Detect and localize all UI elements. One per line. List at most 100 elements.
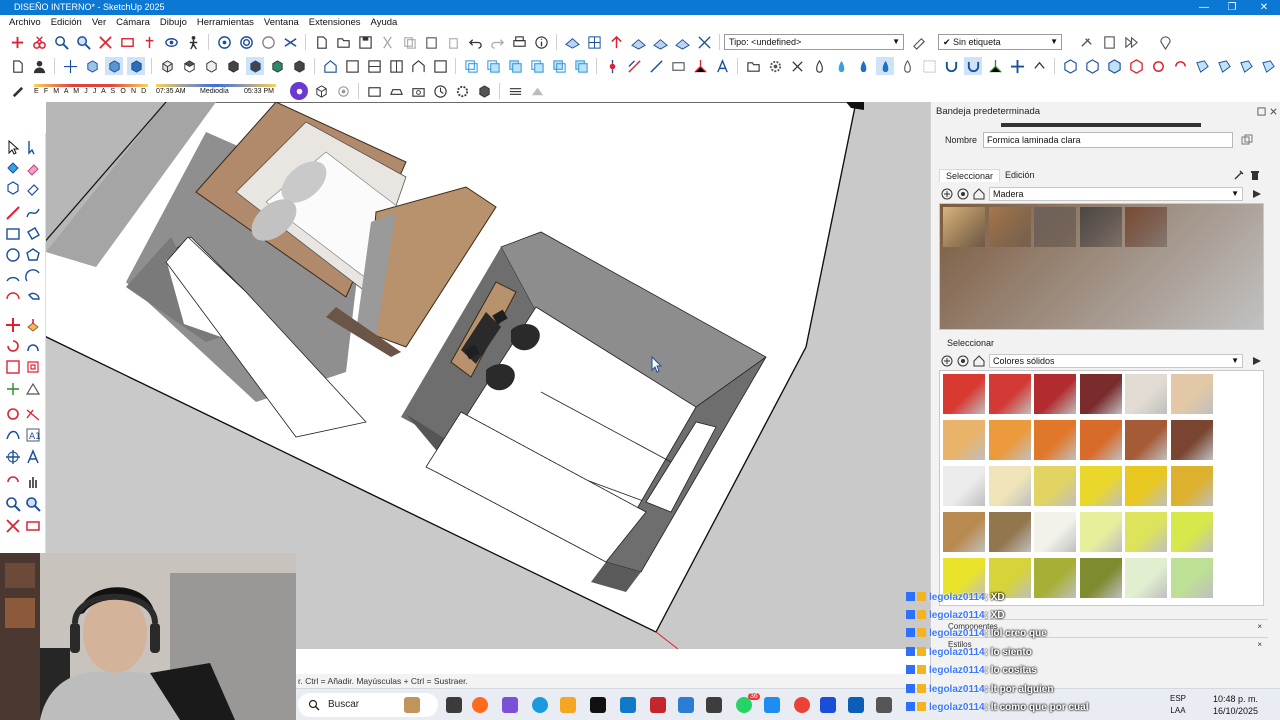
sandbox-icon[interactable] (563, 33, 581, 51)
color-swatch[interactable] (1170, 466, 1213, 506)
wood-swatch-4[interactable] (1080, 207, 1122, 247)
wood-swatch-1[interactable] (943, 207, 985, 247)
split-icon[interactable] (572, 57, 590, 75)
freehand-icon[interactable] (25, 205, 41, 221)
section-plane-icon[interactable] (281, 33, 299, 51)
color-swatch[interactable] (1125, 374, 1167, 414)
drop-active-icon[interactable] (876, 57, 894, 75)
edge-icon[interactable] (532, 697, 548, 713)
language-indicator[interactable]: ESP LAA (1170, 693, 1186, 717)
hex-red-icon[interactable] (1127, 57, 1145, 75)
flip-edge-icon[interactable] (695, 33, 713, 51)
color-swatch[interactable] (943, 512, 985, 552)
wood-swatch-2[interactable] (989, 207, 1031, 247)
bottom-view-icon[interactable] (290, 57, 308, 75)
new-file-icon[interactable] (312, 33, 330, 51)
move-tool-icon[interactable] (5, 317, 21, 333)
arc2-icon[interactable] (25, 269, 41, 285)
tag-filter-select[interactable]: ✔ Sin etiqueta ▼ (938, 34, 1062, 50)
color-swatch[interactable] (1170, 558, 1213, 598)
menu-camara[interactable]: Cámara (111, 15, 155, 31)
firefox-icon[interactable] (472, 697, 488, 713)
push-pull-icon[interactable] (25, 317, 41, 333)
nav-forward-icon[interactable] (957, 188, 969, 200)
house-bottom-icon[interactable] (431, 57, 449, 75)
back-view-icon[interactable] (246, 57, 264, 75)
tag-type-select[interactable]: Tipo: <undefined> ▼ (724, 34, 904, 50)
color-swatch[interactable] (1125, 420, 1167, 460)
task-view-icon[interactable] (446, 697, 462, 713)
lasso-icon[interactable] (25, 139, 41, 155)
zoom-extents-tool-icon[interactable] (5, 518, 21, 534)
rotated-rect-icon[interactable] (25, 226, 41, 242)
restore-button[interactable]: ❐ (1216, 0, 1248, 15)
house-top-icon[interactable] (343, 57, 361, 75)
settings-app-icon[interactable] (876, 697, 892, 713)
geo-location-icon[interactable] (1156, 33, 1174, 51)
zoom-window-tool-icon[interactable] (25, 496, 41, 512)
tab-edit[interactable]: Edición (999, 169, 1041, 181)
shadow-toggle-icon[interactable] (8, 82, 26, 100)
pan-tool-icon[interactable] (25, 474, 41, 490)
color-swatch[interactable] (943, 466, 985, 506)
store-icon[interactable] (560, 697, 576, 713)
color-swatch[interactable] (988, 466, 1031, 506)
sketchup-layout-icon[interactable] (764, 697, 780, 713)
color-swatch[interactable] (1125, 466, 1167, 506)
color-swatch[interactable] (988, 512, 1031, 552)
select-visible-icon[interactable] (8, 33, 26, 51)
color-swatch[interactable] (1079, 466, 1122, 506)
gear-icon[interactable] (453, 82, 471, 100)
details-arrow-icon[interactable] (1251, 355, 1263, 367)
clock-icon[interactable] (431, 82, 449, 100)
folder-app-icon[interactable] (620, 697, 636, 713)
close-button[interactable]: ✕ (1248, 0, 1280, 15)
tiktok-icon[interactable] (590, 697, 606, 713)
user-icon[interactable] (30, 57, 48, 75)
tags-panel-icon[interactable] (1100, 33, 1118, 51)
color-swatch[interactable] (1170, 374, 1213, 414)
camera-icon[interactable] (409, 82, 427, 100)
menu-archivo[interactable]: Archivo (4, 15, 46, 31)
tray-close-icon[interactable] (1269, 107, 1278, 116)
offset-tool-icon[interactable] (25, 359, 41, 375)
menu-ventana[interactable]: Ventana (259, 15, 304, 31)
car-icon[interactable] (387, 82, 405, 100)
drape-icon[interactable] (651, 33, 669, 51)
color-swatch[interactable] (1079, 512, 1122, 552)
scale-icon[interactable] (5, 359, 21, 375)
outer-shell-icon[interactable] (462, 57, 480, 75)
offset-icon[interactable] (647, 57, 665, 75)
text-a-icon[interactable] (25, 449, 41, 465)
back-edges-icon[interactable] (83, 57, 101, 75)
top-view-icon[interactable] (180, 57, 198, 75)
orbit-tool-icon[interactable] (5, 474, 21, 490)
circle-icon[interactable] (5, 247, 21, 263)
tag-color-icon[interactable] (910, 33, 928, 51)
color-swatch[interactable] (943, 374, 985, 414)
pan-icon[interactable] (259, 33, 277, 51)
color-swatch[interactable] (1079, 558, 1122, 598)
home-icon[interactable] (973, 188, 985, 200)
drop-blue-icon[interactable] (832, 57, 850, 75)
union-icon[interactable] (506, 57, 524, 75)
sandbox-contour-icon[interactable] (603, 57, 621, 75)
pie-icon[interactable] (25, 291, 41, 307)
color-swatch[interactable] (1079, 420, 1122, 460)
undo-icon[interactable] (466, 33, 484, 51)
follow-me-tool-icon[interactable] (25, 338, 41, 354)
zoom-window-icon[interactable] (74, 33, 92, 51)
redo-icon[interactable] (488, 33, 506, 51)
menu-herramientas[interactable]: Herramientas (192, 15, 259, 31)
circle-dot-icon[interactable] (334, 82, 352, 100)
color-swatch[interactable] (1034, 512, 1076, 552)
nav-back-icon[interactable] (941, 188, 953, 200)
paste-icon[interactable] (422, 33, 440, 51)
text-label-icon[interactable] (5, 427, 21, 443)
previous-tool-icon[interactable] (25, 518, 41, 534)
smoove-icon[interactable] (607, 33, 625, 51)
move-icon[interactable] (1008, 57, 1026, 75)
sandbox-scratch-icon[interactable] (585, 33, 603, 51)
outlook-icon[interactable] (678, 697, 694, 713)
color-swatch[interactable] (1034, 558, 1076, 598)
